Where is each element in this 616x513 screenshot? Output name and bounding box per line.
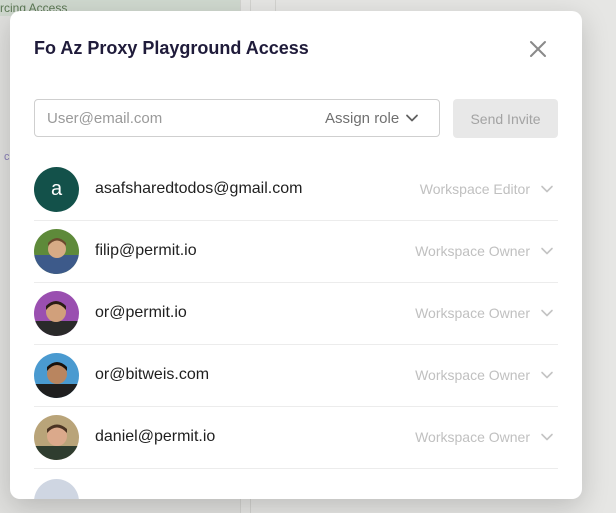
assign-role-label: Assign role xyxy=(325,109,400,127)
member-role-label: Workspace Owner xyxy=(415,429,530,445)
member-row: daniel@permit.io Workspace Owner xyxy=(34,407,558,469)
member-email: daniel@permit.io xyxy=(95,428,216,445)
member-email: filip@permit.io xyxy=(95,242,197,259)
close-icon xyxy=(530,41,546,57)
avatar xyxy=(34,229,79,274)
member-row: filip@permit.io Workspace Owner xyxy=(34,221,558,283)
email-input[interactable] xyxy=(47,100,307,136)
avatar xyxy=(34,353,79,398)
member-row: a asafsharedtodos@gmail.com Workspace Ed… xyxy=(34,159,558,221)
member-role-label: Workspace Editor xyxy=(419,181,530,197)
member-role-dropdown[interactable]: Workspace Editor xyxy=(420,173,558,205)
member-email: or@bitweis.com xyxy=(95,366,210,383)
member-list: a asafsharedtodos@gmail.com Workspace Ed… xyxy=(34,159,558,499)
member-role-dropdown[interactable]: Workspace Owner xyxy=(415,297,558,329)
member-email: asafsharedtodos@gmail.com xyxy=(95,180,303,197)
member-row: or@bitweis.com Workspace Owner xyxy=(34,345,558,407)
chevron-down-icon xyxy=(541,247,553,255)
avatar xyxy=(34,479,79,499)
chevron-down-icon xyxy=(541,371,553,379)
chevron-down-icon xyxy=(541,309,553,317)
member-role-dropdown[interactable]: Workspace Owner xyxy=(415,359,558,391)
member-row-partial xyxy=(34,469,558,499)
member-row: or@permit.io Workspace Owner xyxy=(34,283,558,345)
member-role-label: Workspace Owner xyxy=(415,367,530,383)
member-role-dropdown[interactable]: Workspace Owner xyxy=(415,235,558,267)
chevron-down-icon xyxy=(541,185,553,193)
close-button[interactable] xyxy=(526,37,550,61)
member-role-label: Workspace Owner xyxy=(415,243,530,259)
assign-role-dropdown[interactable]: Assign role xyxy=(325,100,419,136)
access-modal: Fo Az Proxy Playground Access Assign rol… xyxy=(10,11,582,499)
chevron-down-icon xyxy=(406,114,419,122)
member-role-dropdown[interactable]: Workspace Owner xyxy=(415,421,558,453)
member-email: or@permit.io xyxy=(95,304,187,321)
avatar: a xyxy=(34,167,79,212)
invite-field: Assign role xyxy=(34,99,440,137)
avatar xyxy=(34,415,79,460)
member-role-label: Workspace Owner xyxy=(415,305,530,321)
chevron-down-icon xyxy=(541,433,553,441)
modal-title: Fo Az Proxy Playground Access xyxy=(34,38,309,58)
send-invite-button[interactable]: Send Invite xyxy=(453,99,558,138)
avatar xyxy=(34,291,79,336)
